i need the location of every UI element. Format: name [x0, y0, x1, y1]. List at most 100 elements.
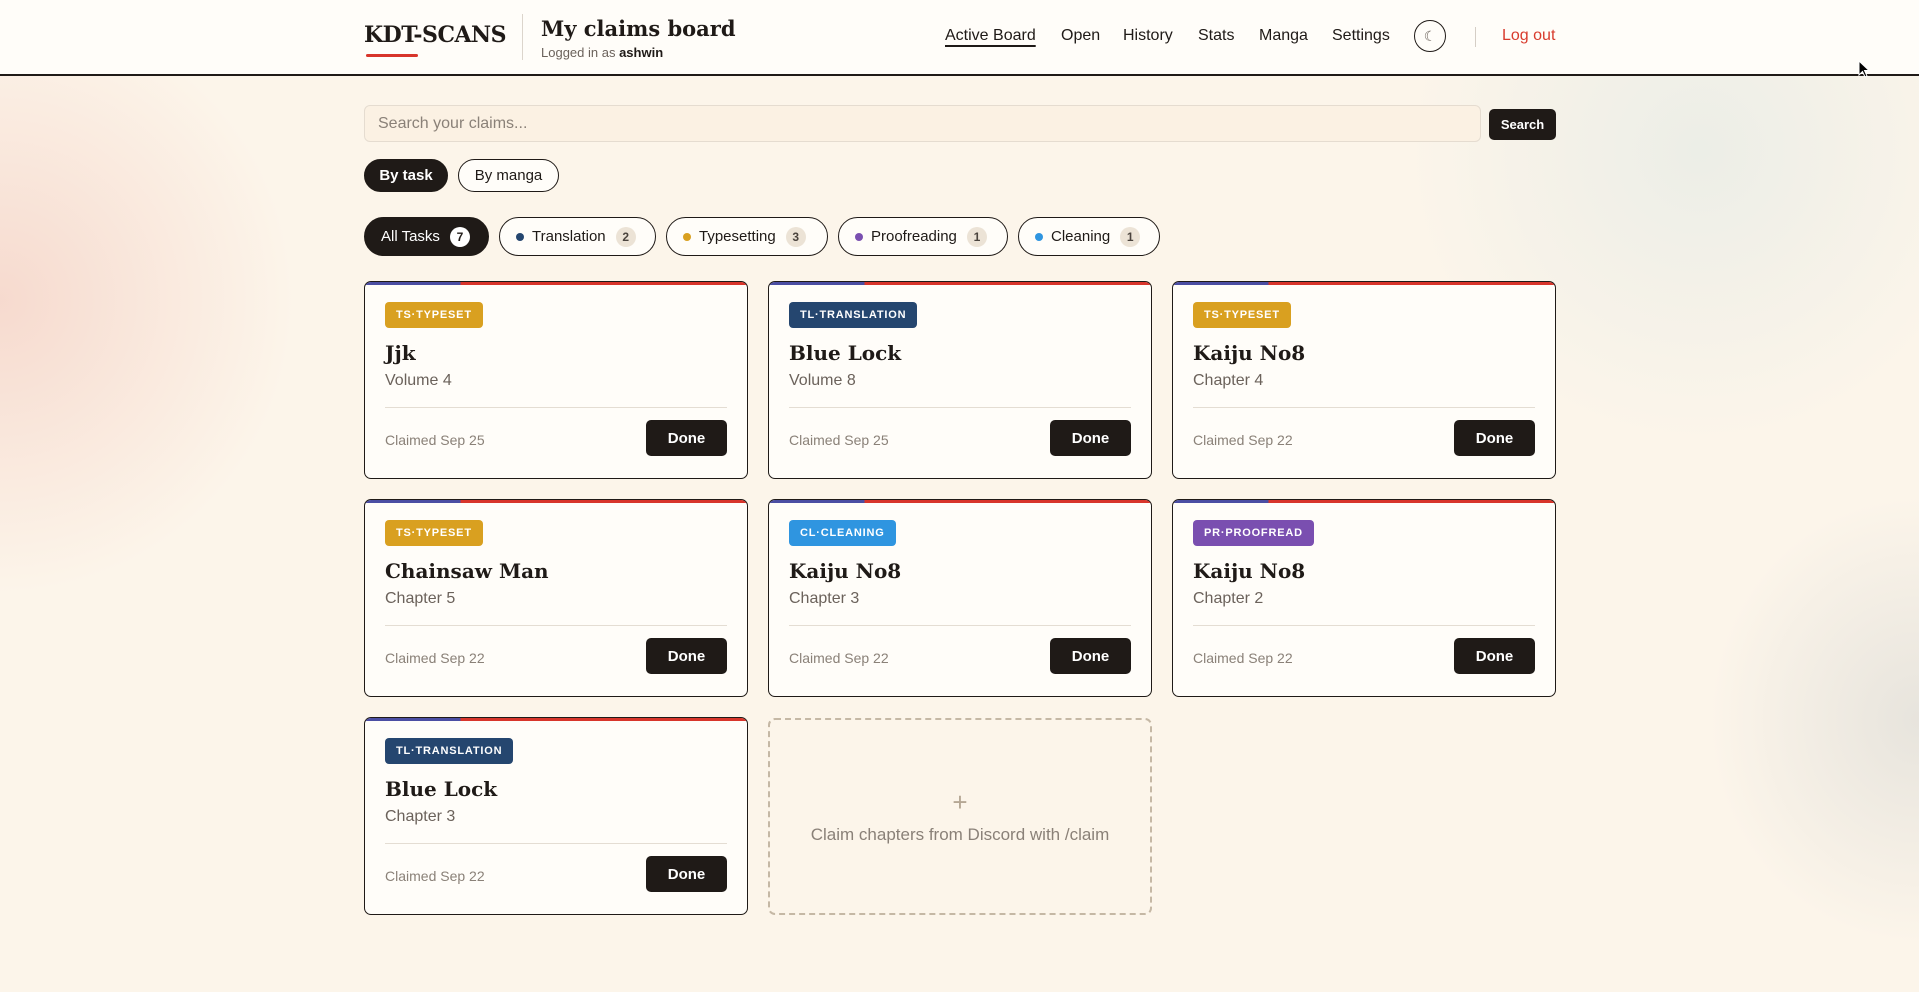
filter-count: 3 — [785, 226, 806, 247]
manga-title: Kaiju No8 — [1193, 341, 1306, 365]
filter-label: Typesetting — [699, 228, 776, 245]
claimed-date: Claimed Sep 22 — [1193, 432, 1293, 448]
card-top-accent — [769, 282, 1151, 285]
chapter-label: Chapter 3 — [789, 590, 860, 607]
username: ashwin — [619, 45, 664, 60]
claimed-date: Claimed Sep 25 — [789, 432, 889, 448]
filter-count: 1 — [966, 226, 987, 247]
filter-count: 2 — [615, 226, 636, 247]
done-button[interactable]: Done — [646, 638, 727, 674]
task-badge: CL·CLEANING — [789, 520, 896, 546]
chapter-label: Volume 4 — [385, 372, 452, 389]
moon-icon: ☾ — [1423, 27, 1437, 44]
top-header: KDT-SCANS My claims board Logged in as a… — [0, 0, 1919, 76]
filter-cleaning[interactable]: Cleaning 1 — [1018, 217, 1160, 256]
claimed-date: Claimed Sep 22 — [385, 650, 485, 666]
site-logo[interactable]: KDT-SCANS — [364, 22, 507, 48]
filter-count: 7 — [449, 226, 470, 247]
card-top-accent — [1173, 282, 1555, 285]
logout-link[interactable]: Log out — [1502, 27, 1555, 45]
claim-card: TS·TYPESET Chainsaw Man Chapter 5 Claime… — [364, 499, 748, 697]
nav-stats[interactable]: Stats — [1198, 27, 1234, 45]
typesetting-dot-icon — [683, 232, 691, 241]
view-by-task-button[interactable]: By task — [364, 159, 448, 192]
done-button[interactable]: Done — [1050, 420, 1131, 456]
page-title: My claims board — [541, 16, 736, 41]
logo-underline — [366, 54, 418, 57]
task-badge: TS·TYPESET — [385, 302, 483, 328]
chapter-label: Chapter 3 — [385, 808, 456, 825]
card-top-accent — [365, 282, 747, 285]
task-badge: PR·PROOFREAD — [1193, 520, 1314, 546]
logged-in-text: Logged in as ashwin — [541, 45, 663, 60]
claimed-date: Claimed Sep 22 — [789, 650, 889, 666]
chapter-label: Chapter 2 — [1193, 590, 1264, 607]
claim-card: CL·CLEANING Kaiju No8 Chapter 3 Claimed … — [768, 499, 1152, 697]
claim-placeholder: + Claim chapters from Discord with /clai… — [768, 718, 1152, 915]
nav-open[interactable]: Open — [1061, 27, 1100, 45]
manga-title: Blue Lock — [385, 777, 498, 801]
claim-card: TL·TRANSLATION Blue Lock Volume 8 Claime… — [768, 281, 1152, 479]
task-badge: TL·TRANSLATION — [385, 738, 514, 764]
manga-title: Jjk — [385, 341, 416, 365]
card-divider — [789, 407, 1131, 408]
logged-in-prefix: Logged in as — [541, 45, 616, 60]
chapter-label: Chapter 5 — [385, 590, 456, 607]
nav-manga[interactable]: Manga — [1259, 27, 1308, 45]
card-divider — [385, 625, 727, 626]
card-top-accent — [769, 500, 1151, 503]
filter-typesetting[interactable]: Typesetting 3 — [666, 217, 828, 256]
plus-icon: + — [952, 786, 968, 817]
done-button[interactable]: Done — [646, 420, 727, 456]
filter-label: Cleaning — [1051, 228, 1111, 245]
manga-title: Kaiju No8 — [789, 559, 902, 583]
header-divider — [522, 14, 523, 60]
card-top-accent — [1173, 500, 1555, 503]
claim-hint-text: Claim chapters from Discord with /claim — [810, 824, 1110, 844]
done-button[interactable]: Done — [1454, 638, 1535, 674]
task-badge: TL·TRANSLATION — [789, 302, 918, 328]
proofreading-dot-icon — [855, 232, 863, 241]
search-button[interactable]: Search — [1489, 109, 1556, 140]
nav-separator — [1475, 27, 1476, 47]
card-top-accent — [365, 718, 747, 721]
cleaning-dot-icon — [1035, 232, 1043, 241]
card-divider — [1193, 625, 1535, 626]
card-top-accent — [365, 500, 747, 503]
filter-label: Proofreading — [871, 228, 957, 245]
filter-all-tasks[interactable]: All Tasks 7 — [364, 217, 489, 256]
filter-proofreading[interactable]: Proofreading 1 — [838, 217, 1008, 256]
done-button[interactable]: Done — [1050, 638, 1131, 674]
view-by-manga-button[interactable]: By manga — [458, 159, 559, 192]
manga-title: Kaiju No8 — [1193, 559, 1306, 583]
nav-history[interactable]: History — [1123, 27, 1173, 45]
task-badge: TS·TYPESET — [1193, 302, 1291, 328]
done-button[interactable]: Done — [646, 856, 727, 892]
card-divider — [385, 843, 727, 844]
done-button[interactable]: Done — [1454, 420, 1535, 456]
filter-translation[interactable]: Translation 2 — [499, 217, 656, 256]
card-divider — [385, 407, 727, 408]
theme-toggle-button[interactable]: ☾ — [1414, 20, 1446, 52]
manga-title: Blue Lock — [789, 341, 902, 365]
task-badge: TS·TYPESET — [385, 520, 483, 546]
claim-card: TS·TYPESET Jjk Volume 4 Claimed Sep 25 D… — [364, 281, 748, 479]
claim-card: TS·TYPESET Kaiju No8 Chapter 4 Claimed S… — [1172, 281, 1556, 479]
chapter-label: Volume 8 — [789, 372, 856, 389]
card-divider — [789, 625, 1131, 626]
nav-active-board[interactable]: Active Board — [945, 27, 1036, 45]
claim-card: PR·PROOFREAD Kaiju No8 Chapter 2 Claimed… — [1172, 499, 1556, 697]
search-input[interactable] — [364, 105, 1481, 142]
claimed-date: Claimed Sep 22 — [1193, 650, 1293, 666]
filter-count: 1 — [1120, 226, 1141, 247]
filter-label: Translation — [532, 228, 606, 245]
mouse-pointer-icon — [1858, 60, 1870, 78]
filter-label: All Tasks — [381, 228, 440, 245]
translation-dot-icon — [516, 232, 524, 241]
claimed-date: Claimed Sep 25 — [385, 432, 485, 448]
nav-settings[interactable]: Settings — [1332, 27, 1390, 45]
chapter-label: Chapter 4 — [1193, 372, 1264, 389]
claimed-date: Claimed Sep 22 — [385, 868, 485, 884]
manga-title: Chainsaw Man — [385, 559, 549, 583]
claim-card: TL·TRANSLATION Blue Lock Chapter 3 Claim… — [364, 717, 748, 915]
